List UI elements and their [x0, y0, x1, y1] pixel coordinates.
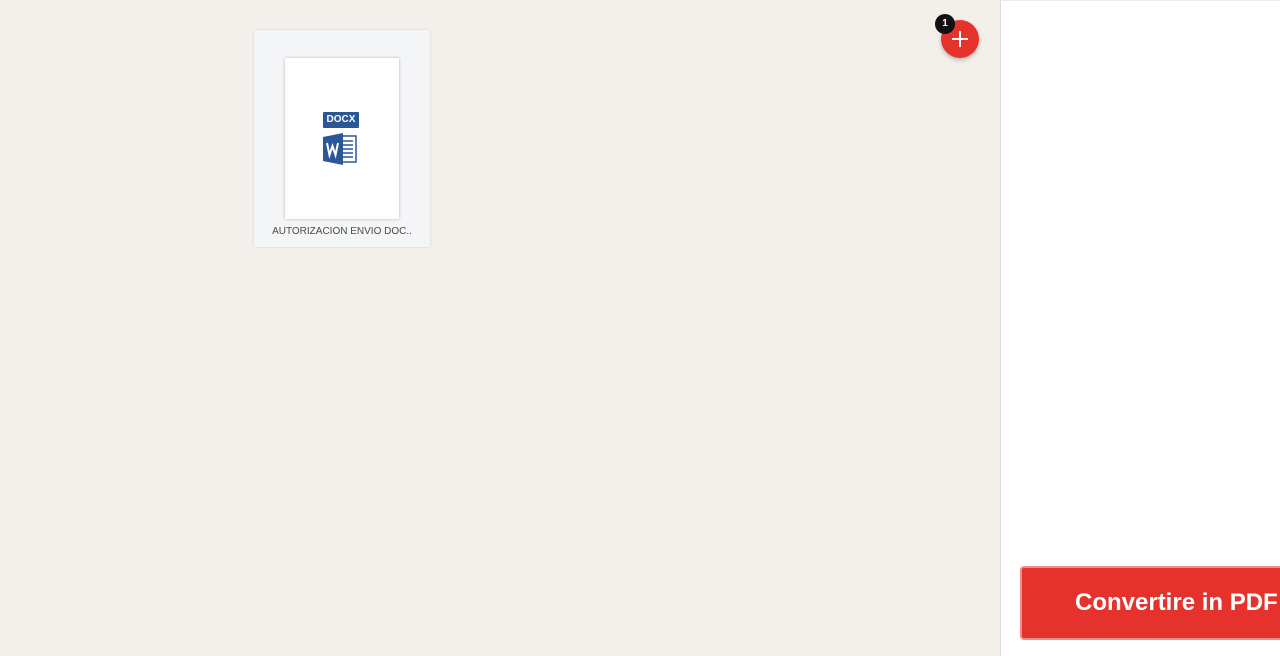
- file-type-badge: DOCX: [323, 112, 359, 128]
- file-card[interactable]: DOCX AUTORIZACIÓN ENVIO DOC..: [254, 30, 430, 247]
- file-workspace: DOCX AUTORIZACIÓN ENVIO DOC.. 1: [0, 0, 1000, 656]
- convert-to-pdf-button[interactable]: Convertire in PDF: [1020, 566, 1280, 640]
- plus-icon: [952, 31, 968, 47]
- word-document-icon: [323, 133, 357, 165]
- sidebar-panel: [1000, 0, 1280, 656]
- file-name-label: AUTORIZACIÓN ENVIO DOC..: [272, 226, 412, 237]
- file-count-badge: 1: [935, 14, 955, 34]
- file-thumbnail: DOCX: [285, 58, 399, 219]
